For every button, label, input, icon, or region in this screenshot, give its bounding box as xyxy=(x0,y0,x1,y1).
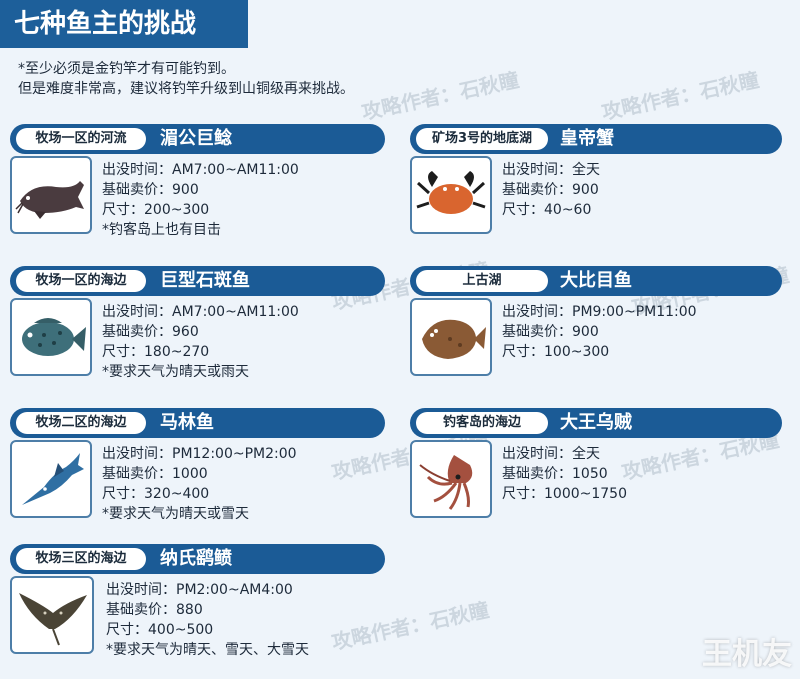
fish-name: 巨型石斑鱼 xyxy=(160,270,250,291)
fish-time: 出没时间：PM12:00~PM2:00 xyxy=(102,446,297,462)
fish-image xyxy=(410,440,492,518)
fish-price: 基础卖价：900 xyxy=(502,324,599,340)
grouper-icon xyxy=(22,318,86,356)
fish-price: 基础卖价：900 xyxy=(102,182,199,198)
fish-price: 基础卖价：880 xyxy=(106,602,203,618)
note-line-1: *至少必须是金钓竿才有可能钓到。 xyxy=(18,61,235,77)
fish-size: 尺寸：400~500 xyxy=(106,622,214,638)
fish-name: 大比目鱼 xyxy=(560,270,632,291)
fish-location: 牧场二区的海边 xyxy=(16,412,146,434)
fish-name: 马林鱼 xyxy=(160,412,214,433)
fish-card-halibut: 上古湖 大比目鱼 出没时间：PM9:00~PM11:00 基础卖价：900 尺寸… xyxy=(410,266,782,386)
fish-card-marlin: 牧场二区的海边 马林鱼 出没时间：PM12:00~PM2:00 基础卖价：100… xyxy=(10,408,385,528)
fish-note: *要求天气为晴天、雪天、大雪天 xyxy=(106,642,309,658)
fish-size: 尺寸：100~300 xyxy=(502,344,610,360)
fish-name: 纳氏鹞鲼 xyxy=(160,548,232,569)
card-header-bar: 牧场一区的河流 湄公巨鲶 xyxy=(10,124,385,154)
fish-name: 湄公巨鲶 xyxy=(160,128,232,149)
site-logo: 王机友 xyxy=(702,637,792,672)
fish-note: *要求天气为晴天或雨天 xyxy=(102,364,249,380)
fish-location: 矿场3号的地底湖 xyxy=(416,128,548,150)
fish-size: 尺寸：40~60 xyxy=(502,202,592,218)
fish-note: *钓客岛上也有目击 xyxy=(102,222,221,238)
card-header-bar: 牧场二区的海边 马林鱼 xyxy=(10,408,385,438)
card-header-bar: 牧场三区的海边 纳氏鹞鲼 xyxy=(10,544,385,574)
eagle-ray-icon xyxy=(19,593,87,646)
catfish-icon xyxy=(15,181,84,219)
watermark: 攻略作者：石秋瞳 xyxy=(359,67,522,125)
halibut-icon xyxy=(422,319,486,359)
fish-time: 出没时间：PM2:00~AM4:00 xyxy=(106,582,293,598)
fish-card-eagle-ray: 牧场三区的海边 纳氏鹞鲼 出没时间：PM2:00~AM4:00 基础卖价：880… xyxy=(10,544,385,664)
fish-name: 大王乌贼 xyxy=(560,412,632,433)
fish-time: 出没时间：全天 xyxy=(502,446,600,462)
fish-location: 上古湖 xyxy=(416,270,548,292)
fish-location: 牧场一区的河流 xyxy=(16,128,146,150)
watermark: 攻略作者：石秋瞳 xyxy=(599,67,762,125)
card-header-bar: 牧场一区的海边 巨型石斑鱼 xyxy=(10,266,385,296)
fish-time: 出没时间：PM9:00~PM11:00 xyxy=(502,304,697,320)
fish-price: 基础卖价：900 xyxy=(502,182,599,198)
card-header-bar: 上古湖 大比目鱼 xyxy=(410,266,782,296)
fish-name: 皇帝蟹 xyxy=(560,128,614,149)
fish-image xyxy=(10,576,94,654)
fish-location: 牧场三区的海边 xyxy=(16,548,146,570)
fish-size: 尺寸：200~300 xyxy=(102,202,210,218)
fish-price: 基础卖价：960 xyxy=(102,324,199,340)
fish-card-crab: 矿场3号的地底湖 皇帝蟹 出没时间：全天 基础卖价：900 尺寸：40~60 xyxy=(410,124,782,244)
fish-price: 基础卖价：1050 xyxy=(502,466,608,482)
fish-location: 牧场一区的海边 xyxy=(16,270,146,292)
fish-time: 出没时间：AM7:00~AM11:00 xyxy=(102,304,299,320)
fish-size: 尺寸：180~270 xyxy=(102,344,210,360)
fish-card-grouper: 牧场一区的海边 巨型石斑鱼 出没时间：AM7:00~AM11:00 基础卖价：9… xyxy=(10,266,385,386)
fish-note: *要求天气为晴天或雪天 xyxy=(102,506,249,522)
fish-image xyxy=(10,440,92,518)
fish-location: 钓客岛的海边 xyxy=(416,412,548,434)
fish-size: 尺寸：320~400 xyxy=(102,486,210,502)
fish-time: 出没时间：AM7:00~AM11:00 xyxy=(102,162,299,178)
fish-image xyxy=(410,298,492,376)
fish-image xyxy=(10,156,92,234)
marlin-icon xyxy=(22,453,84,505)
fish-card-catfish: 牧场一区的河流 湄公巨鲶 出没时间：AM7:00~AM11:00 基础卖价：90… xyxy=(10,124,385,244)
fish-card-squid: 钓客岛的海边 大王乌贼 出没时间：全天 基础卖价：1050 尺寸：1000~17… xyxy=(410,408,782,528)
fish-price: 基础卖价：1000 xyxy=(102,466,208,482)
page-title: 七种鱼主的挑战 xyxy=(0,0,248,48)
fish-image xyxy=(10,298,92,376)
squid-icon xyxy=(419,455,473,510)
note-line-2: 但是难度非常高，建议将钓竿升级到山铜级再来挑战。 xyxy=(18,81,354,97)
crab-icon xyxy=(416,171,486,214)
card-header-bar: 矿场3号的地底湖 皇帝蟹 xyxy=(410,124,782,154)
fish-image xyxy=(410,156,492,234)
card-header-bar: 钓客岛的海边 大王乌贼 xyxy=(410,408,782,438)
fish-time: 出没时间：全天 xyxy=(502,162,600,178)
fish-size: 尺寸：1000~1750 xyxy=(502,486,627,502)
